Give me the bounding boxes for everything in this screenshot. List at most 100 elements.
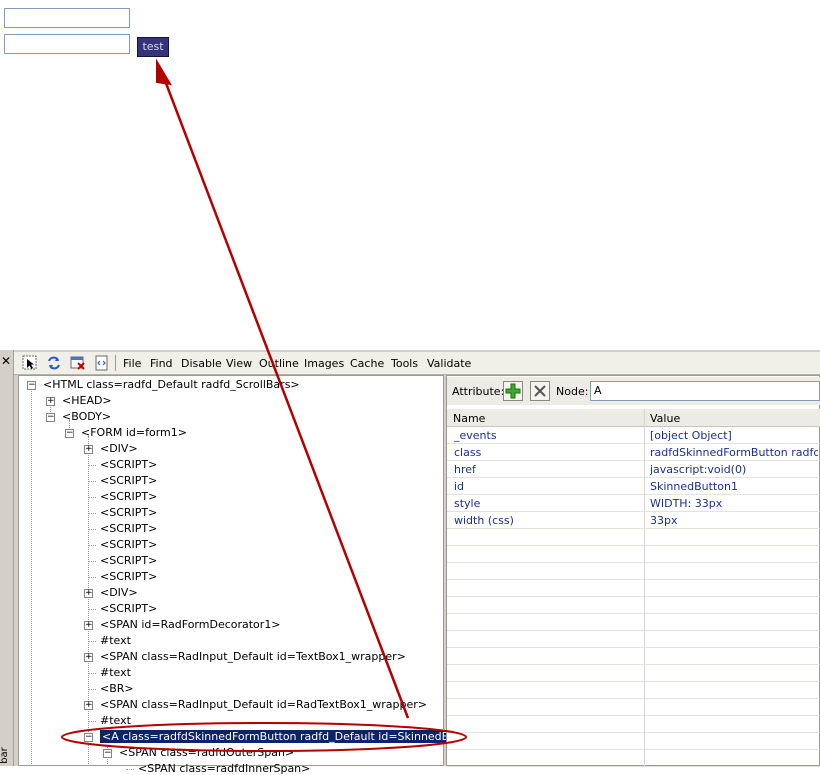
attribute-value[interactable]: radfdSkinnedFormButton radfd_Def: [650, 446, 818, 459]
column-name-header[interactable]: Name: [453, 412, 485, 425]
attribute-value[interactable]: SkinnedButton1: [650, 480, 818, 493]
tree-node[interactable]: <SPAN class=radfdOuterSpan>: [119, 746, 294, 759]
tree-node-selected[interactable]: <A class=radfdSkinnedFormButton radfd_De…: [99, 729, 498, 744]
attribute-name[interactable]: id: [454, 480, 464, 493]
tree-node[interactable]: <SCRIPT>: [100, 602, 157, 615]
expand-icon[interactable]: +: [84, 701, 93, 710]
grid-row-line: [447, 664, 820, 665]
menu-images[interactable]: Images: [304, 357, 344, 370]
tree-line: [31, 388, 32, 766]
toolbar-separator: [115, 355, 116, 371]
tree-node[interactable]: <SCRIPT>: [100, 458, 157, 471]
view-source-icon[interactable]: [94, 355, 110, 371]
refresh-icon[interactable]: [46, 355, 62, 371]
remove-attribute-icon[interactable]: [530, 381, 550, 401]
expand-icon[interactable]: +: [84, 445, 93, 454]
tree-node[interactable]: <SCRIPT>: [100, 522, 157, 535]
grid-row-line: [447, 749, 820, 750]
tree-node[interactable]: <SPAN class=radfdInnerSpan>: [138, 762, 310, 775]
tree-node[interactable]: <SPAN class=RadInput_Default id=TextBox1…: [100, 650, 406, 663]
tree-node[interactable]: #text: [100, 634, 131, 647]
attribute-name[interactable]: width (css): [454, 514, 514, 527]
collapse-icon[interactable]: −: [65, 429, 74, 438]
grid-row-line: [447, 443, 820, 444]
node-field[interactable]: A: [590, 381, 820, 401]
test-button[interactable]: test: [137, 37, 169, 57]
clear-outline-icon[interactable]: [70, 355, 86, 371]
tree-connector: [126, 769, 134, 770]
tree-connector: [88, 465, 96, 466]
collapse-icon[interactable]: −: [46, 413, 55, 422]
tree-node[interactable]: #text: [100, 714, 131, 727]
attribute-value[interactable]: [object Object]: [650, 429, 818, 442]
menu-file[interactable]: File: [123, 357, 141, 370]
tree-node[interactable]: <DIV>: [100, 442, 138, 455]
tree-line: [88, 436, 89, 766]
sidebar-label: bar: [0, 747, 10, 764]
menu-tools[interactable]: Tools: [391, 357, 418, 370]
grid-row-line: [447, 562, 820, 563]
tree-connector: [88, 721, 96, 722]
attribute-value[interactable]: WIDTH: 33px: [650, 497, 818, 510]
grid-row-line: [447, 596, 820, 597]
textbox-1[interactable]: [4, 8, 130, 28]
grid-row-line: [447, 766, 820, 767]
grid-row-line: [447, 460, 820, 461]
tree-node[interactable]: <HEAD>: [62, 394, 112, 407]
select-element-icon[interactable]: [22, 355, 38, 371]
tree-node[interactable]: <SCRIPT>: [100, 474, 157, 487]
menu-view[interactable]: View: [226, 357, 252, 370]
menu-validate[interactable]: Validate: [427, 357, 471, 370]
tree-node[interactable]: <FORM id=form1>: [81, 426, 187, 439]
expand-icon[interactable]: +: [84, 621, 93, 630]
attribute-name[interactable]: _events: [454, 429, 497, 442]
tree-node[interactable]: <BODY>: [62, 410, 111, 423]
tree-node[interactable]: #text: [100, 666, 131, 679]
tree-node[interactable]: <SCRIPT>: [100, 506, 157, 519]
tree-connector: [88, 673, 96, 674]
expand-icon[interactable]: +: [46, 397, 55, 406]
tree-node[interactable]: <SPAN id=RadFormDecorator1>: [100, 618, 281, 631]
collapse-icon[interactable]: −: [84, 733, 93, 742]
add-attribute-icon[interactable]: [503, 381, 523, 401]
grid-row-line: [447, 732, 820, 733]
grid-row-line: [447, 647, 820, 648]
tree-node[interactable]: <HTML class=radfd_Default radfd_ScrollBa…: [43, 378, 300, 391]
attribute-name[interactable]: class: [454, 446, 481, 459]
menu-disable[interactable]: Disable: [181, 357, 222, 370]
attribute-value[interactable]: 33px: [650, 514, 818, 527]
close-icon[interactable]: ✕: [1, 354, 11, 368]
tree-node[interactable]: <SCRIPT>: [100, 554, 157, 567]
textbox-2[interactable]: [4, 34, 130, 54]
tree-node[interactable]: <SPAN class=RadInput_Default id=RadTextB…: [100, 698, 427, 711]
tree-connector: [88, 577, 96, 578]
tree-connector: [88, 641, 96, 642]
menu-outline[interactable]: Outline: [259, 357, 299, 370]
tree-connector: [88, 529, 96, 530]
tree-node[interactable]: <SCRIPT>: [100, 570, 157, 583]
tree-connector: [88, 513, 96, 514]
grid-row-line: [447, 681, 820, 682]
menu-find[interactable]: Find: [150, 357, 173, 370]
collapse-icon[interactable]: −: [103, 749, 112, 758]
tree-connector: [88, 481, 96, 482]
expand-icon[interactable]: +: [84, 653, 93, 662]
grid-row-line: [447, 613, 820, 614]
tree-node[interactable]: <SCRIPT>: [100, 538, 157, 551]
attribute-name[interactable]: style: [454, 497, 480, 510]
attribute-name[interactable]: href: [454, 463, 476, 476]
grid-row-line: [447, 545, 820, 546]
collapse-icon[interactable]: −: [27, 381, 36, 390]
tree-node[interactable]: <BR>: [100, 682, 134, 695]
tree-node[interactable]: <SCRIPT>: [100, 490, 157, 503]
menu-cache[interactable]: Cache: [350, 357, 384, 370]
grid-row-line: [447, 494, 820, 495]
expand-icon[interactable]: +: [84, 589, 93, 598]
grid-row-line: [447, 528, 820, 529]
grid-row-line: [447, 579, 820, 580]
column-divider: [644, 409, 645, 766]
attribute-value[interactable]: javascript:void(0): [650, 463, 818, 476]
tree-connector: [88, 497, 96, 498]
tree-node[interactable]: <DIV>: [100, 586, 138, 599]
column-value-header[interactable]: Value: [650, 412, 680, 425]
